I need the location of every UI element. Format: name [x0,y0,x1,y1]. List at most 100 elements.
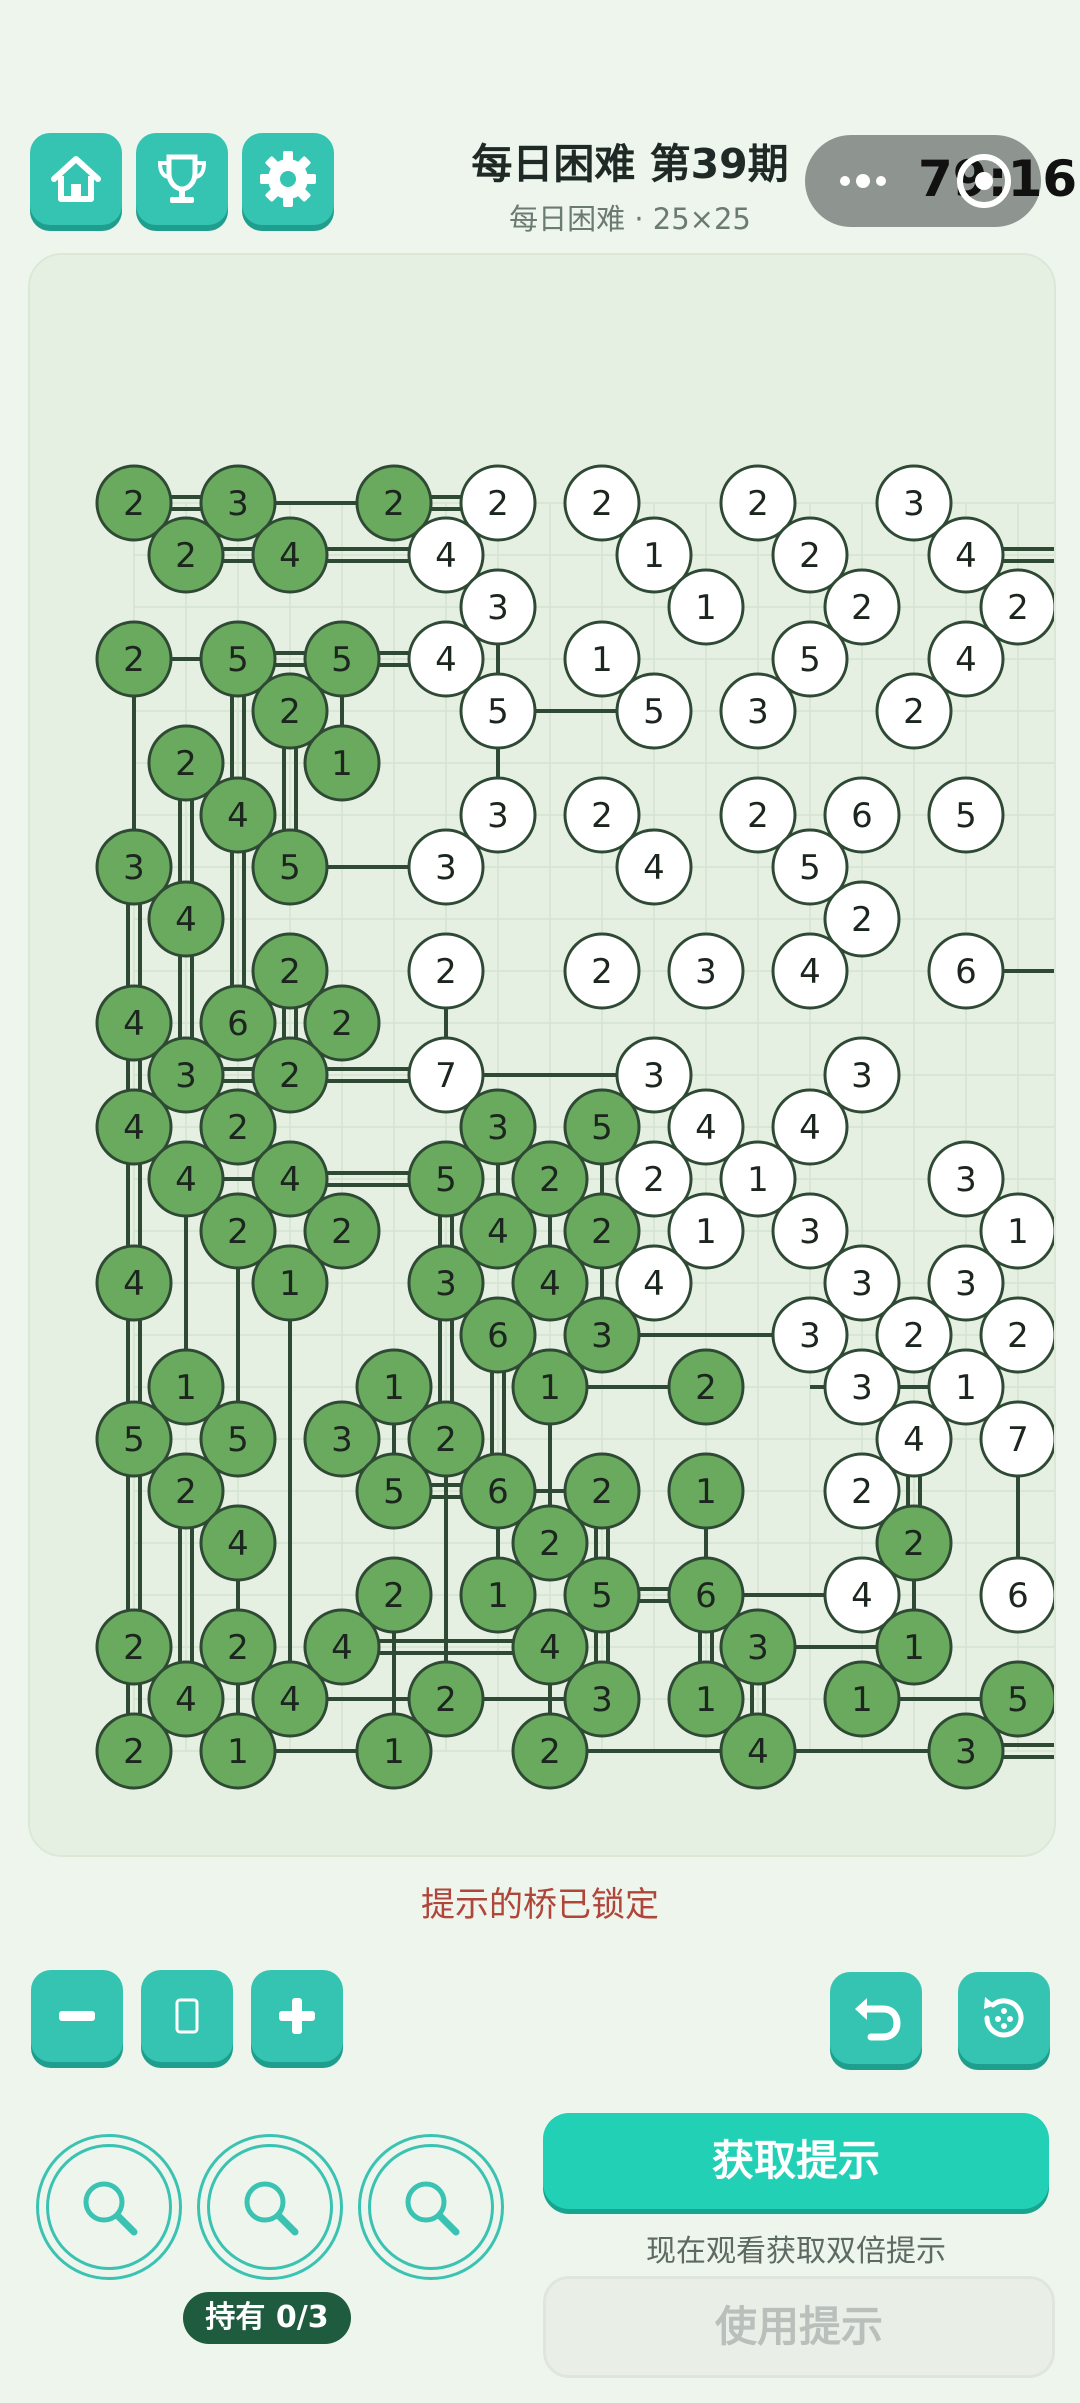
use-hint-button[interactable]: 使用提示 [543,2276,1055,2378]
island-node[interactable]: 4 [251,516,329,594]
hint-slot-2[interactable] [197,2134,343,2280]
island-value: 4 [539,1264,561,1304]
island-node[interactable]: 2 [563,932,641,1010]
zoom-in-button[interactable] [251,1970,343,2062]
island-value: 1 [227,1732,249,1772]
island-value: 5 [799,848,821,888]
island-value: 1 [591,640,613,680]
island-value: 3 [851,1368,873,1408]
island-value: 2 [435,1680,457,1720]
island-value: 3 [487,588,509,628]
island-value: 2 [903,1316,925,1356]
more-dots-icon[interactable] [835,165,891,197]
island-value: 4 [279,536,301,576]
zoom-out-button[interactable] [31,1970,123,2062]
hint-slot-3[interactable] [358,2134,504,2280]
island-node[interactable]: 2 [875,672,953,750]
island-value: 2 [383,484,405,524]
island-node[interactable]: 1 [823,1660,901,1738]
island-node[interactable]: 1 [303,724,381,802]
island-node[interactable]: 3 [667,932,745,1010]
home-icon [51,156,101,202]
island-node[interactable]: 2 [95,620,173,698]
island-node[interactable]: 4 [95,1244,173,1322]
puzzle-board[interactable]: 2322223244124312225541542553221432265353… [28,253,1056,1857]
island-value: 2 [747,484,769,524]
island-node[interactable]: 7 [979,1400,1054,1478]
island-node[interactable]: 2 [407,932,485,1010]
board-canvas[interactable]: 2 3 2 2 2 2 32 4 4 1 2 43 1 2 22 5 5 4 1 5 42 5 5 3 22 14 3 2 2 6 53 5 3… [30,255,1054,1855]
island-node[interactable]: 5 [459,672,537,750]
settings-button[interactable] [242,133,334,225]
island-node[interactable]: 4 [199,1504,277,1582]
target-close-icon[interactable] [955,152,1013,210]
home-button[interactable] [30,133,122,225]
island-node[interactable]: 2 [511,1712,589,1790]
island-value: 6 [955,952,977,992]
island-value: 2 [1007,588,1029,628]
island-value: 4 [279,1160,301,1200]
island-value: 4 [175,900,197,940]
island-node[interactable]: 1 [511,1348,589,1426]
island-value: 4 [955,536,977,576]
island-value: 1 [175,1368,197,1408]
undo-button[interactable] [830,1972,922,2064]
island-node[interactable]: 1 [355,1712,433,1790]
island-node[interactable]: 5 [251,828,329,906]
island-value: 3 [487,796,509,836]
island-value: 1 [695,588,717,628]
island-value: 3 [747,692,769,732]
island-value: 3 [955,1264,977,1304]
island-value: 1 [643,536,665,576]
island-value: 3 [799,1212,821,1252]
island-node[interactable]: 1 [199,1712,277,1790]
island-value: 2 [643,1160,665,1200]
island-node[interactable]: 2 [147,516,225,594]
island-value: 4 [643,848,665,888]
island-value: 1 [331,744,353,784]
island-node[interactable]: 4 [147,880,225,958]
island-value: 2 [175,536,197,576]
island-node[interactable]: 1 [667,1452,745,1530]
island-value: 3 [851,1056,873,1096]
island-node[interactable]: 5 [927,776,1005,854]
island-node[interactable]: 4 [615,828,693,906]
minus-icon [59,2011,95,2021]
hint-slot-1[interactable] [36,2134,182,2280]
island-node[interactable]: 1 [251,1244,329,1322]
island-node[interactable]: 1 [667,568,745,646]
island-node[interactable]: 4 [719,1712,797,1790]
island-node[interactable]: 3 [927,1712,1005,1790]
island-node[interactable]: 2 [667,1348,745,1426]
island-value: 3 [175,1056,197,1096]
island-node[interactable]: 4 [771,932,849,1010]
island-value: 5 [279,848,301,888]
island-node[interactable]: 3 [407,828,485,906]
island-value: 6 [487,1472,509,1512]
island-node[interactable]: 5 [355,1452,433,1530]
island-value: 4 [799,1108,821,1148]
pan-button[interactable] [141,1970,233,2062]
island-value: 1 [695,1680,717,1720]
island-value: 4 [643,1264,665,1304]
island-value: 4 [123,1108,145,1148]
island-node[interactable]: 6 [979,1556,1054,1634]
island-value: 2 [591,484,613,524]
trophy-button[interactable] [136,133,228,225]
get-hint-button[interactable]: 获取提示 [543,2113,1049,2209]
island-value: 3 [435,1264,457,1304]
reset-button[interactable] [958,1972,1050,2064]
island-value: 3 [695,952,717,992]
island-value: 2 [331,1212,353,1252]
island-value: 3 [123,848,145,888]
island-node[interactable]: 5 [615,672,693,750]
island-node[interactable]: 6 [927,932,1005,1010]
island-value: 3 [955,1160,977,1200]
island-node[interactable]: 2 [95,1712,173,1790]
island-value: 4 [435,536,457,576]
island-node[interactable]: 3 [719,672,797,750]
island-value: 2 [903,1524,925,1564]
island-value: 3 [799,1316,821,1356]
island-value: 5 [383,1472,405,1512]
island-value: 5 [123,1420,145,1460]
